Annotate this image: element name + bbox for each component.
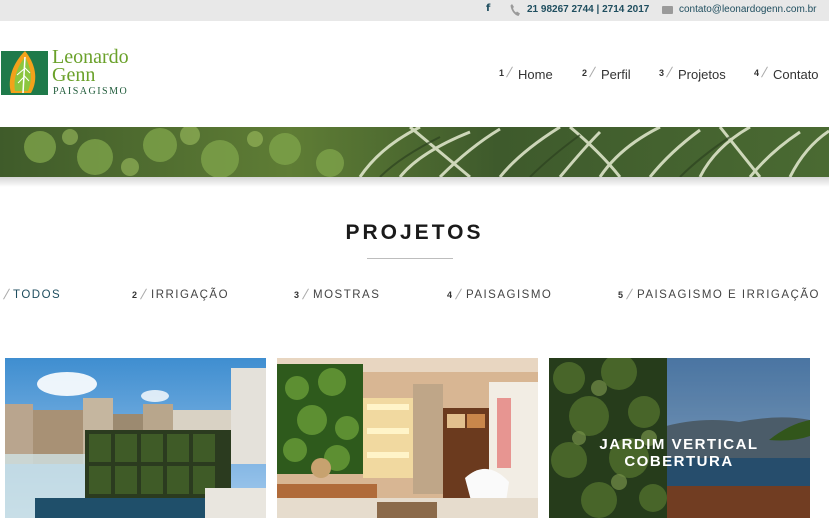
facebook-icon[interactable]: f: [486, 3, 490, 14]
nav-label: Home: [518, 67, 553, 82]
logo-last-name: Genn: [52, 64, 96, 86]
filter-label: PAISAGISMO: [466, 289, 553, 301]
top-bar: f 21 98267 2744 | 2714 2017 contato@leon…: [0, 0, 829, 21]
filter-mostras[interactable]: 3 MOSTRAS: [294, 288, 381, 305]
nav-item-perfil[interactable]: 2 Perfil: [581, 66, 641, 84]
filter-divider: [140, 288, 147, 300]
nav-divider: [666, 66, 673, 78]
filter-number: 2: [132, 290, 138, 300]
nav-label: Perfil: [601, 67, 631, 82]
nav-item-home[interactable]: 1 Home: [498, 66, 558, 84]
filter-divider: [455, 288, 462, 300]
nav-number: 2: [582, 68, 588, 78]
nav-divider: [506, 66, 513, 78]
nav-number: 3: [659, 68, 665, 78]
logo[interactable]: Leonardo Genn PAISAGISMO: [1, 44, 161, 100]
hero-shadow: [0, 177, 829, 187]
foliage-image: [0, 127, 829, 177]
phone-icon: [510, 4, 520, 16]
filter-paisagismo[interactable]: 4 PAISAGISMO: [447, 288, 553, 305]
page-title: PROJETOS: [345, 221, 484, 244]
filter-divider: [626, 288, 633, 300]
filter-divider: [302, 288, 309, 300]
filter-divider: [3, 288, 10, 300]
nav-item-projetos[interactable]: 3 Projetos: [658, 66, 730, 84]
leaf-logo-icon: [1, 51, 48, 95]
filter-number: 3: [294, 290, 300, 300]
logo-name: Leonardo Genn: [52, 47, 129, 86]
project-card[interactable]: [277, 358, 538, 518]
mail-icon: [662, 6, 673, 14]
nav-label: Contato: [773, 67, 819, 82]
nav-item-contato[interactable]: 4 Contato: [753, 66, 823, 84]
filter-label: IRRIGAÇÃO: [151, 289, 230, 301]
filter-label: TODOS: [13, 289, 62, 301]
project-card[interactable]: JARDIM VERTICAL COBERTURA: [549, 358, 810, 518]
title-divider: [367, 258, 453, 259]
filter-label: MOSTRAS: [313, 289, 381, 301]
email-link[interactable]: contato@leonardogenn.com.br: [679, 4, 816, 15]
logo-subtitle: PAISAGISMO: [53, 86, 129, 97]
filter-paisagismo-e-irrigacao[interactable]: 5 PAISAGISMO E IRRIGAÇÃO: [618, 288, 826, 305]
filter-todos[interactable]: TODOS: [0, 288, 62, 305]
filter-label: PAISAGISMO E IRRIGAÇÃO: [637, 289, 820, 301]
nav-label: Projetos: [678, 67, 726, 82]
nav-divider: [761, 66, 768, 78]
nav-number: 4: [754, 68, 760, 78]
phone-numbers[interactable]: 21 98267 2744 | 2714 2017: [527, 4, 649, 15]
project-image-rooftop: [5, 358, 266, 518]
filter-number: 5: [618, 290, 624, 300]
nav-number: 1: [499, 68, 505, 78]
project-card[interactable]: [5, 358, 266, 518]
nav-divider: [589, 66, 596, 78]
filter-number: 4: [447, 290, 453, 300]
hero-banner: [0, 127, 829, 177]
project-image-interior: [277, 358, 538, 518]
project-caption: JARDIM VERTICAL COBERTURA: [599, 436, 759, 470]
filter-irrigacao[interactable]: 2 IRRIGAÇÃO: [132, 288, 228, 305]
